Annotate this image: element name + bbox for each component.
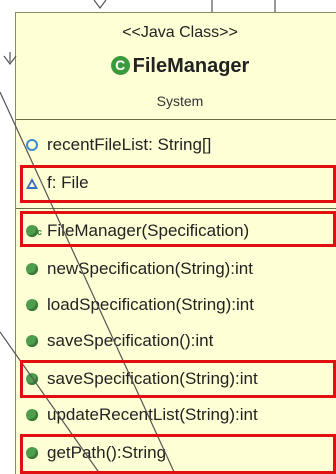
diagram-canvas: <<Java Class>> C FileManager System recen… — [0, 0, 336, 474]
connector-line — [0, 91, 176, 474]
highlight-box — [20, 360, 336, 398]
arrowhead — [93, 0, 107, 9]
highlight-box — [20, 211, 336, 247]
highlight-box — [20, 165, 336, 203]
highlight-box — [20, 434, 336, 474]
